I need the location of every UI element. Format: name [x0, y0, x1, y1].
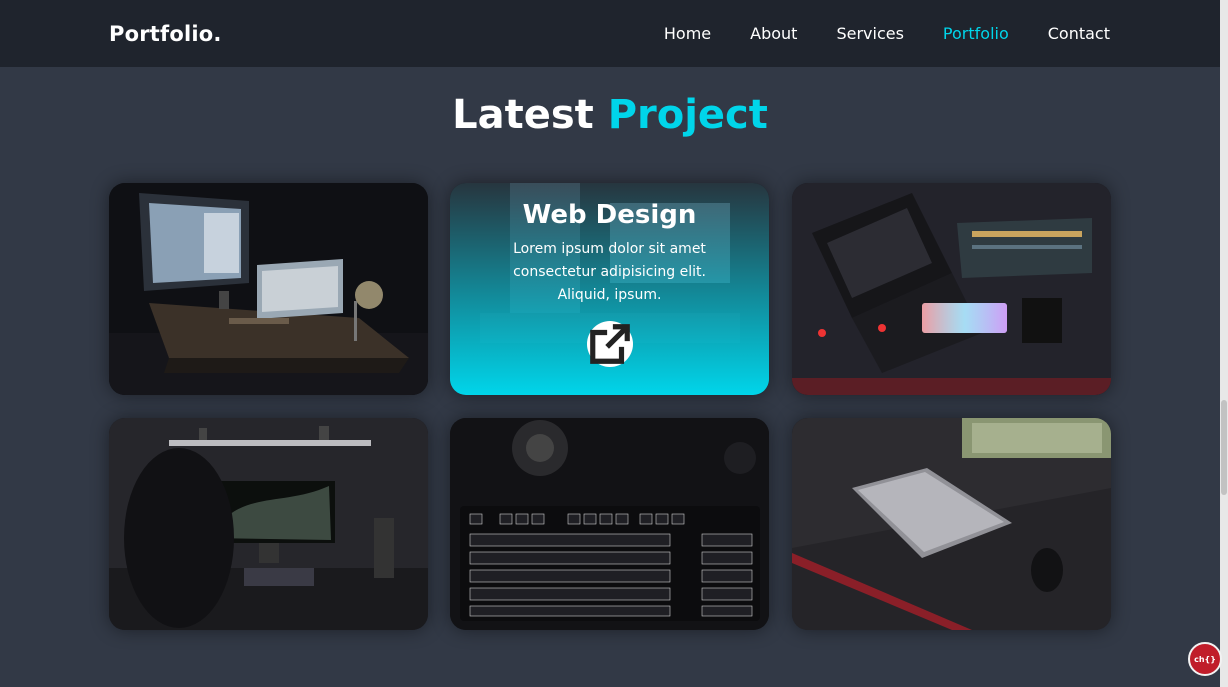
- project-card-1[interactable]: [109, 183, 428, 395]
- nav-about[interactable]: About: [750, 24, 797, 43]
- keyboard-mouse-image: [792, 418, 1111, 630]
- nav-home[interactable]: Home: [664, 24, 711, 43]
- desk-imac-image: [109, 183, 428, 395]
- card-description: Lorem ipsum dolor sit amet consectetur a…: [513, 240, 706, 303]
- laptop-keyboard-image: [792, 183, 1111, 395]
- header: Portfolio. Home About Services Portfolio…: [0, 0, 1220, 67]
- project-card-6[interactable]: [792, 418, 1111, 630]
- nav-services[interactable]: Services: [836, 24, 903, 43]
- room-monitor-image: [109, 418, 428, 630]
- subscribe-badge[interactable]: ch{}: [1188, 642, 1222, 676]
- logo[interactable]: Portfolio.: [109, 22, 222, 46]
- project-card-5[interactable]: [450, 418, 769, 630]
- section-title-main: Latest: [452, 92, 608, 138]
- nav-contact[interactable]: Contact: [1048, 24, 1110, 43]
- scrollbar-thumb[interactable]: [1221, 400, 1227, 495]
- open-project-button[interactable]: [586, 320, 633, 367]
- mechanical-keyboard-image: [450, 418, 769, 630]
- main-nav: Home About Services Portfolio Contact: [625, 24, 1110, 43]
- section-title: Latest Project: [0, 92, 1220, 138]
- card-title: Web Design: [522, 199, 697, 230]
- project-card-2[interactable]: Web Design Lorem ipsum dolor sit amet co…: [450, 183, 769, 395]
- nav-portfolio[interactable]: Portfolio: [943, 24, 1009, 43]
- scrollbar[interactable]: [1220, 0, 1228, 687]
- section-title-accent: Project: [607, 92, 768, 138]
- project-card-3[interactable]: [792, 183, 1111, 395]
- card-overlay: Web Design Lorem ipsum dolor sit amet co…: [450, 183, 769, 395]
- external-link-icon: [589, 323, 630, 364]
- project-card-4[interactable]: [109, 418, 428, 630]
